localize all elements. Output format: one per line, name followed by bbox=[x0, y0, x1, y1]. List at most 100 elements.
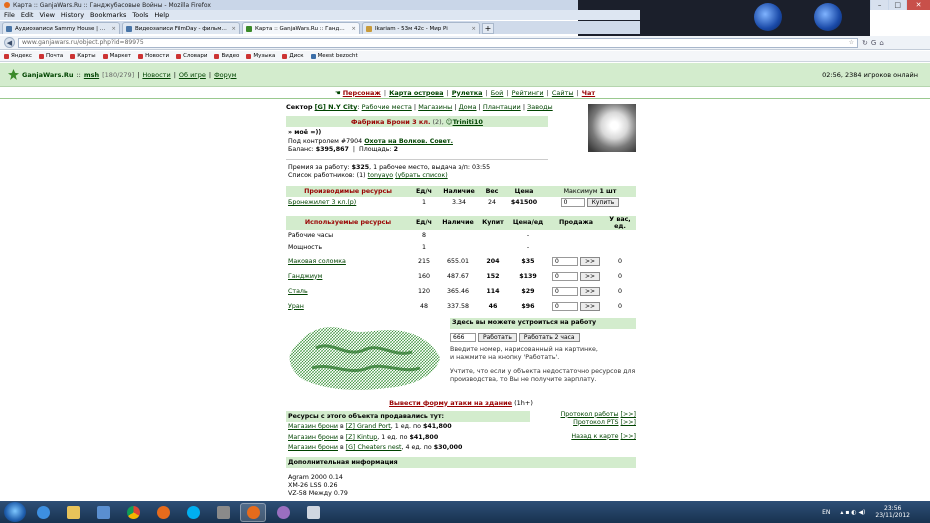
bookmark-maps[interactable]: Карты bbox=[70, 53, 96, 59]
menu-history[interactable]: History bbox=[61, 11, 84, 19]
sector-link-shops[interactable]: Магазины bbox=[418, 103, 452, 111]
buy-quantity-input[interactable]: 0 bbox=[560, 198, 585, 207]
buy-button[interactable]: Купить bbox=[586, 198, 620, 207]
back-button[interactable]: ◀ bbox=[4, 37, 15, 48]
resource-link-poppy[interactable]: Маковая соломка bbox=[288, 258, 346, 265]
sell-quantity-input[interactable]: 0 bbox=[551, 301, 578, 311]
sector-link-workplaces[interactable]: Рабочие места bbox=[362, 103, 412, 111]
back-to-map-link[interactable]: Назад к карте bbox=[571, 433, 618, 440]
clock[interactable]: 23:56 23/11/2012 bbox=[875, 505, 910, 519]
sell-button[interactable]: >> bbox=[579, 286, 601, 296]
tab-close-icon[interactable]: × bbox=[111, 26, 116, 32]
work-protocol-link[interactable]: Протокол работы bbox=[560, 411, 618, 418]
sell-quantity-input[interactable]: 0 bbox=[551, 256, 578, 266]
start-button[interactable] bbox=[4, 502, 26, 522]
bookmark-market[interactable]: Маркет bbox=[102, 53, 131, 59]
tab-close-icon[interactable]: × bbox=[471, 26, 476, 32]
reload-icon[interactable]: ↻ bbox=[862, 39, 868, 47]
bookmark-most-visited[interactable]: Meest bezocht bbox=[310, 53, 358, 59]
work-button[interactable]: Работать bbox=[478, 332, 517, 342]
news-link[interactable]: Новости bbox=[142, 71, 170, 79]
menu-edit[interactable]: Edit bbox=[21, 11, 34, 19]
menu-battle[interactable]: Бой bbox=[491, 89, 504, 97]
tab-ganjawars[interactable]: Карта :: GanjaWars.Ru :: Ганджубасо...× bbox=[242, 22, 360, 34]
sell-quantity-input[interactable]: 0 bbox=[551, 271, 578, 281]
sell-button[interactable]: >> bbox=[579, 301, 601, 311]
url-bar[interactable]: www.ganjawars.ru/object.php?id=89975 ☆ bbox=[18, 37, 858, 48]
sector-link-factories[interactable]: Заводы bbox=[527, 103, 553, 111]
firefox-active-icon[interactable] bbox=[240, 502, 266, 522]
list-item: VZ-58 Между 0.79 bbox=[288, 490, 348, 497]
shop-link[interactable]: Магазин брони bbox=[288, 434, 338, 441]
user-link[interactable]: msh bbox=[84, 71, 99, 79]
close-button[interactable]: ✕ bbox=[907, 0, 930, 10]
menu-help[interactable]: Help bbox=[154, 11, 169, 19]
home-icon[interactable]: ⌂ bbox=[879, 39, 883, 47]
bookmark-star-icon[interactable]: ☆ bbox=[849, 39, 854, 46]
menu-bookmarks[interactable]: Bookmarks bbox=[90, 11, 126, 19]
bookmark-yandex[interactable]: Яндекс bbox=[4, 53, 32, 59]
resource-link-ganjium[interactable]: Ганджиум bbox=[288, 273, 322, 280]
worker-link[interactable]: tonyayo bbox=[368, 172, 393, 179]
tray-icons[interactable]: ▴ ▪ ◐ ◀) bbox=[840, 509, 865, 516]
work-2h-button[interactable]: Работать 2 часа bbox=[518, 332, 580, 342]
resource-link-steel[interactable]: Сталь bbox=[288, 288, 308, 295]
google-search-icon[interactable]: G bbox=[871, 39, 876, 47]
syndicate-link[interactable]: Охота на Волков. Совет. bbox=[364, 138, 453, 145]
menu-roulette[interactable]: Рулетка bbox=[452, 89, 483, 97]
bookmark-disk[interactable]: Диск bbox=[282, 53, 304, 59]
menu-ratings[interactable]: Рейтинги bbox=[512, 89, 544, 97]
remove-list-link[interactable]: (убрать список) bbox=[395, 172, 448, 179]
tab-audio[interactable]: Аудиозаписи Sammy House | 2 ауди...× bbox=[2, 22, 120, 34]
window-title: Карта :: GanjaWars.Ru :: Ганджубасовые В… bbox=[13, 1, 211, 9]
chrome-icon[interactable] bbox=[120, 503, 146, 522]
language-indicator[interactable]: EN bbox=[822, 509, 830, 516]
shop-link[interactable]: Магазин брони bbox=[288, 444, 338, 451]
sector-link-houses[interactable]: Дома bbox=[459, 103, 477, 111]
bookmark-music[interactable]: Музыка bbox=[246, 53, 275, 59]
explorer-icon[interactable] bbox=[60, 503, 86, 522]
tab-close-icon[interactable]: × bbox=[351, 26, 356, 32]
shop-link[interactable]: Магазин брони bbox=[288, 423, 338, 430]
location-link[interactable]: [Z] Kintup bbox=[346, 434, 378, 441]
sell-button[interactable]: >> bbox=[579, 256, 601, 266]
about-link[interactable]: Об игре bbox=[179, 71, 206, 79]
attack-form-link[interactable]: Вывести форму атаки на здание bbox=[389, 399, 512, 407]
sector-link[interactable]: [G] N.Y City bbox=[315, 103, 358, 111]
bookmark-video[interactable]: Видео bbox=[214, 53, 239, 59]
new-tab-button[interactable]: + bbox=[482, 23, 494, 34]
sell-button[interactable]: >> bbox=[579, 271, 601, 281]
menu-character[interactable]: Персонаж bbox=[343, 89, 381, 97]
app-icon[interactable] bbox=[210, 503, 236, 522]
menu-sites[interactable]: Сайты bbox=[552, 89, 574, 97]
location-link[interactable]: [G] Cheaters nest bbox=[346, 444, 402, 451]
app2-icon[interactable] bbox=[270, 503, 296, 522]
bookmark-mail[interactable]: Почта bbox=[38, 53, 63, 59]
menu-tools[interactable]: Tools bbox=[132, 11, 148, 19]
tab-video[interactable]: Видеозаписи FilmDay - фильмы и м...× bbox=[122, 22, 240, 34]
pts-protocol-link[interactable]: Протокол PTS bbox=[573, 419, 618, 426]
minimize-button[interactable]: – bbox=[871, 0, 889, 10]
menu-view[interactable]: View bbox=[39, 11, 54, 19]
product-link[interactable]: Бронежилет 3 кл.(р) bbox=[288, 199, 356, 206]
resource-link-uranium[interactable]: Уран bbox=[288, 303, 304, 310]
sector-link-plantations[interactable]: Плантации bbox=[483, 103, 521, 111]
maximize-button[interactable]: □ bbox=[889, 0, 907, 10]
window-icon[interactable] bbox=[300, 503, 326, 522]
tab-ikariam[interactable]: Ikariam - 53м 42с - Мир Pi × bbox=[362, 22, 480, 34]
ie-icon[interactable] bbox=[30, 503, 56, 522]
captcha-input[interactable]: 666 bbox=[450, 332, 476, 342]
forum-link[interactable]: Форум bbox=[214, 71, 236, 79]
menu-chat[interactable]: Чат bbox=[582, 89, 595, 97]
bookmark-dictionaries[interactable]: Словари bbox=[176, 53, 207, 59]
menu-file[interactable]: File bbox=[4, 11, 15, 19]
location-link[interactable]: [Z] Grand Port bbox=[346, 423, 391, 430]
menu-island-map[interactable]: Карта острова bbox=[389, 89, 443, 97]
firefox-taskbar-icon[interactable] bbox=[150, 503, 176, 522]
owner-link[interactable]: Triniti10 bbox=[453, 118, 483, 126]
tab-close-icon[interactable]: × bbox=[231, 26, 236, 32]
media-player-icon[interactable] bbox=[90, 503, 116, 522]
skype-icon[interactable] bbox=[180, 503, 206, 522]
sell-quantity-input[interactable]: 0 bbox=[551, 286, 578, 296]
bookmark-news[interactable]: Новости bbox=[138, 53, 169, 59]
